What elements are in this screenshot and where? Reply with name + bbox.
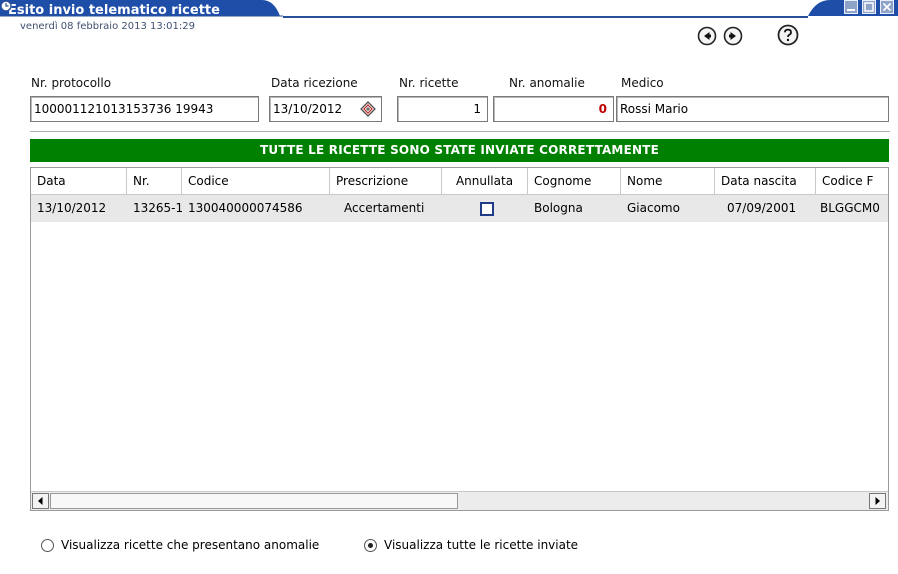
doctor-label: Medico (621, 76, 664, 90)
triangle-right-icon (875, 497, 880, 505)
arrow-right-icon[interactable] (723, 26, 743, 46)
maximize-icon[interactable] (862, 0, 876, 14)
horizontal-scrollbar[interactable] (31, 491, 888, 510)
radio-all-dot[interactable] (364, 539, 377, 552)
close-icon[interactable] (880, 0, 894, 14)
cell-cognome: Bologna (534, 201, 583, 215)
scroll-thumb[interactable] (50, 493, 458, 509)
clock-icon (0, 0, 12, 12)
window-title: Esito invio telematico ricette (8, 3, 220, 18)
cell-nome: Giacomo (627, 201, 680, 215)
header-codice-fiscale[interactable]: Codice F (816, 168, 888, 195)
prescriptions-count-field[interactable]: 1 (397, 96, 488, 122)
scroll-right-button[interactable] (869, 493, 886, 509)
triangle-left-icon (38, 497, 43, 505)
scroll-left-button[interactable] (32, 493, 49, 509)
table-row[interactable]: 13/10/2012 13265-1 130040000074586 Accer… (31, 195, 888, 222)
doctor-field[interactable]: Rossi Mario (616, 96, 889, 122)
cell-prescrizione: Accertamenti (344, 201, 425, 215)
radio-all-label: Visualizza tutte le ricette inviate (384, 538, 579, 552)
window-controls (808, 0, 898, 34)
cancelled-checkbox[interactable] (480, 202, 494, 216)
minimize-icon[interactable] (844, 0, 858, 14)
cell-codice: 130040000074586 (188, 201, 303, 215)
prescriptions-count-label: Nr. ricette (399, 76, 459, 90)
radio-anomalies-dot[interactable] (41, 539, 54, 552)
header-data-nascita[interactable]: Data nascita (715, 168, 816, 195)
header-prescrizione[interactable]: Prescrizione (330, 168, 442, 195)
header-codice[interactable]: Codice (182, 168, 330, 195)
title-bar: Esito invio telematico ricette venerdì 0… (0, 0, 898, 46)
title-divider (283, 16, 815, 18)
radio-anomalies-label: Visualizza ricette che presentano anomal… (61, 538, 320, 552)
calendar-icon[interactable] (358, 98, 378, 118)
protocol-label: Nr. protocollo (31, 76, 112, 90)
table-header: Data Nr. Codice Prescrizione Annullata C… (31, 168, 888, 195)
protocol-field[interactable]: 100001121013153736 19943 (30, 96, 259, 122)
help-icon[interactable] (777, 24, 799, 46)
header-cognome[interactable]: Cognome (528, 168, 621, 195)
cell-data-nascita: 07/09/2001 (727, 201, 797, 215)
status-banner: TUTTE LE RICETTE SONO STATE INVIATE CORR… (30, 139, 889, 162)
header-nr[interactable]: Nr. (127, 168, 182, 195)
title-tab: Esito invio telematico ricette venerdì 0… (0, 0, 290, 34)
header-annullata[interactable]: Annullata (442, 168, 528, 195)
cell-nr: 13265-1 (133, 201, 182, 215)
header-nome[interactable]: Nome (621, 168, 715, 195)
cell-codice-fiscale: BLGGCM0 (820, 201, 880, 215)
received-date-label: Data ricezione (271, 76, 358, 90)
cell-data: 13/10/2012 (37, 201, 107, 215)
anomalies-count-field[interactable]: 0 (493, 96, 614, 122)
current-datetime: venerdì 08 febbraio 2013 13:01:29 (20, 21, 195, 32)
received-date-value: 13/10/2012 (273, 102, 343, 116)
form-separator (30, 131, 890, 132)
arrow-left-icon[interactable] (697, 26, 717, 46)
header-data[interactable]: Data (31, 168, 127, 195)
prescriptions-table[interactable]: Data Nr. Codice Prescrizione Annullata C… (30, 167, 889, 511)
anomalies-count-label: Nr. anomalie (509, 76, 585, 90)
